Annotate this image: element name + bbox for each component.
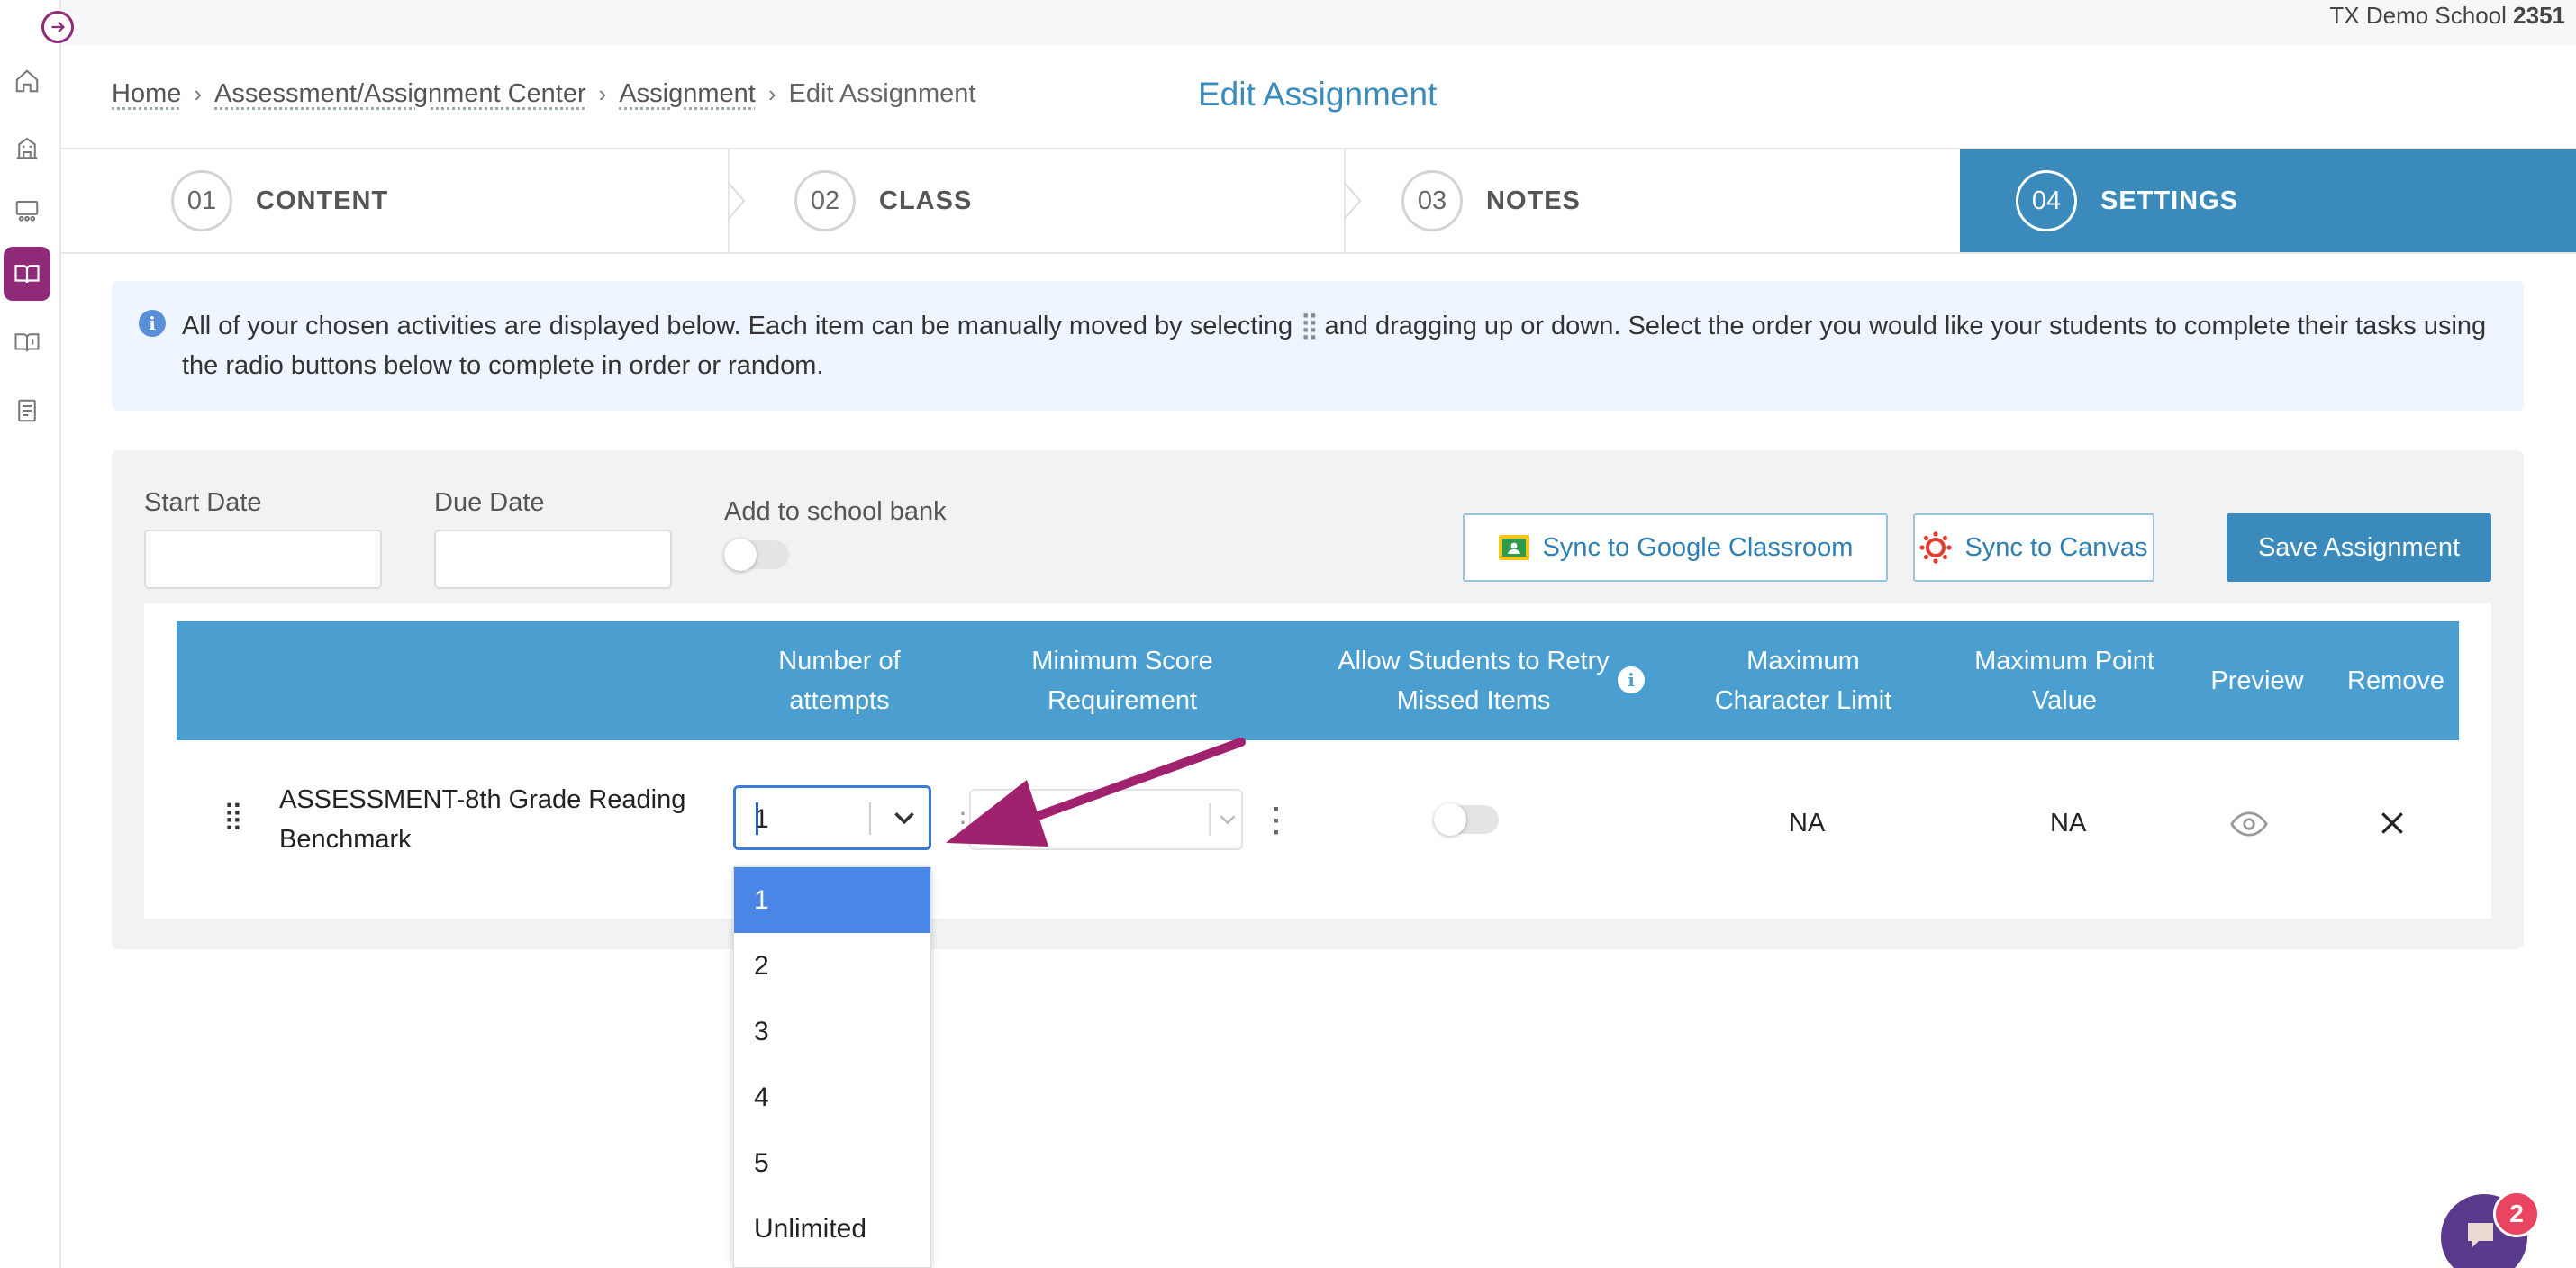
- header-attempts: Number of attempts: [778, 647, 901, 715]
- save-assignment-button[interactable]: Save Assignment: [2227, 513, 2491, 582]
- dropdown-option[interactable]: 3: [734, 999, 930, 1064]
- chevron-right-icon: ›: [194, 80, 203, 107]
- header-retry: Allow Students to Retry Missed Items: [1338, 647, 1610, 715]
- dropdown-option[interactable]: Unlimited: [734, 1196, 930, 1262]
- sync-canvas-button[interactable]: Sync to Canvas: [1913, 513, 2154, 582]
- chevron-right-icon: ›: [767, 80, 776, 107]
- breadcrumb: Home › Assessment/Assignment Center › As…: [112, 79, 975, 109]
- breadcrumb-current: Edit Assignment: [788, 79, 976, 108]
- chevron-down-icon[interactable]: [887, 801, 921, 835]
- canvas-logo-icon: [1919, 531, 1953, 564]
- school-name: TX Demo School 2351: [2329, 2, 2565, 29]
- drag-handle-icon[interactable]: ⣿: [223, 800, 243, 831]
- home-icon[interactable]: [4, 54, 50, 108]
- header-max-point: Maximum Point Value: [1974, 647, 2154, 715]
- max-char-value: NA: [1789, 809, 1826, 838]
- header-remove: Remove: [2347, 666, 2444, 695]
- left-sidebar: [0, 0, 61, 1268]
- attempts-dropdown: 1 2 3 4 5 Unlimited: [733, 866, 931, 1268]
- due-date-label: Due Date: [434, 488, 545, 517]
- header-preview: Preview: [2210, 666, 2304, 695]
- dropdown-option[interactable]: 1: [734, 867, 930, 933]
- school-bank-label: Add to school bank: [724, 497, 947, 526]
- library-book-icon[interactable]: [4, 315, 50, 369]
- expand-sidebar-icon[interactable]: [41, 11, 74, 43]
- step-notes[interactable]: 03 NOTES: [1346, 149, 1960, 252]
- start-date-label: Start Date: [144, 488, 262, 517]
- max-point-value: NA: [2050, 809, 2087, 838]
- info-banner: i All of your chosen activities are disp…: [112, 281, 2524, 411]
- step-content[interactable]: 01 CONTENT: [61, 149, 728, 252]
- header-min-score: Minimum Score Requirement: [1031, 647, 1213, 715]
- dropdown-option[interactable]: 2: [734, 933, 930, 999]
- step-class[interactable]: 02 CLASS: [730, 149, 1346, 252]
- retry-toggle[interactable]: [1434, 803, 1499, 836]
- chevron-right-icon: ›: [598, 80, 607, 107]
- drag-handle-icon: ⣿: [1300, 312, 1319, 340]
- breadcrumb-home[interactable]: Home: [112, 79, 181, 109]
- activity-title: ASSESSMENT-8th Grade Reading Benchmark: [279, 785, 686, 854]
- kebab-icon[interactable]: ⋮: [1259, 800, 1293, 840]
- activities-table: Number of attempts Minimum Score Requireme…: [144, 603, 2491, 919]
- attempts-select[interactable]: 1: [733, 785, 931, 850]
- google-classroom-icon: [1498, 535, 1529, 560]
- info-text: All of your chosen activities are displa…: [182, 312, 2487, 380]
- school-building-icon[interactable]: [4, 121, 50, 175]
- step-wizard: 01 CONTENT 02 CLASS 03 NOTES 04 SETTINGS: [61, 148, 2576, 254]
- retry-info-icon[interactable]: i: [1618, 666, 1645, 693]
- step-settings[interactable]: 04 SETTINGS: [1960, 149, 2576, 252]
- dropdown-option[interactable]: 4: [734, 1064, 930, 1130]
- sync-google-classroom-button[interactable]: Sync to Google Classroom: [1463, 513, 1888, 582]
- due-date-input[interactable]: [434, 530, 672, 589]
- classroom-icon[interactable]: [4, 184, 50, 238]
- eye-icon[interactable]: [2230, 811, 2268, 838]
- info-icon: i: [139, 310, 166, 337]
- page-title: Edit Assignment: [1198, 76, 1438, 113]
- close-icon[interactable]: [2378, 809, 2407, 838]
- breadcrumb-assignment[interactable]: Assignment: [619, 79, 756, 109]
- assignment-book-icon[interactable]: [4, 247, 50, 301]
- notification-badge: 2: [2493, 1191, 2540, 1237]
- annotation-arrow: [946, 738, 1246, 847]
- table-header: Number of attempts Minimum Score Requireme…: [177, 621, 2459, 740]
- school-bank-toggle[interactable]: [724, 539, 789, 571]
- header-max-char: Maximum Character Limit: [1714, 647, 1892, 715]
- dropdown-option[interactable]: 5: [734, 1130, 930, 1196]
- top-bar: TX Demo School 2351: [0, 0, 2576, 45]
- report-document-icon[interactable]: [4, 384, 50, 438]
- breadcrumb-center[interactable]: Assessment/Assignment Center: [214, 79, 586, 109]
- start-date-input[interactable]: [144, 530, 382, 589]
